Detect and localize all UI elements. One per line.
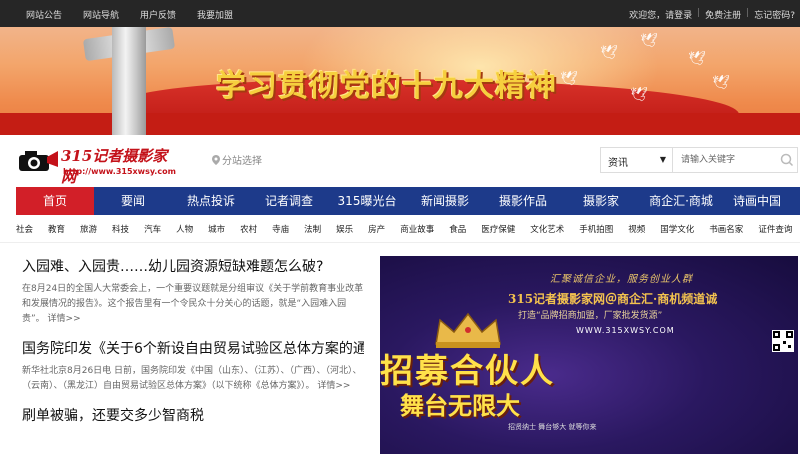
ad-url: WWW.315XWSY.COM <box>576 326 675 335</box>
top-links: 网站公告 网站导航 用户反馈 我要加盟 <box>26 8 254 21</box>
news-item: 入园难、入园贵……幼儿园资源短缺难题怎么破? 在8月24日的全国人大常委会上，一… <box>22 256 364 327</box>
category-link[interactable]: 书画名家 <box>709 223 743 235</box>
dove-icon: 🕊 <box>630 87 648 103</box>
ad-slogan: 汇聚诚信企业，服务创业人群 <box>550 274 693 285</box>
category-link[interactable]: 国学文化 <box>660 223 694 235</box>
nav-item-exposure[interactable]: 315曝光台 <box>328 187 406 215</box>
dove-icon: 🕊 <box>640 33 658 49</box>
news-title[interactable]: 刷单被骗，还要交多少智商税 <box>22 405 364 427</box>
logo-url: http://www.315xwsy.com <box>63 167 176 176</box>
city-selector[interactable]: 分站选择 <box>212 152 262 167</box>
nav-item-photo-works[interactable]: 摄影作品 <box>484 187 562 215</box>
nav-item-mall[interactable]: 商企汇·商城 <box>640 187 722 215</box>
site-header: 315记者摄影家网 http://www.315xwsy.com 分站选择 资讯… <box>0 135 800 187</box>
search-button[interactable] <box>777 148 797 172</box>
nav-item-photographers[interactable]: 摄影家 <box>562 187 640 215</box>
user-links: 欢迎您，请登录 | 免费注册 | 忘记密码? <box>629 8 795 21</box>
news-list: 入园难、入园贵……幼儿园资源短缺难题怎么破? 在8月24日的全国人大常委会上，一… <box>22 256 364 438</box>
category-link[interactable]: 视频 <box>628 223 645 235</box>
banner-title: 学习贯彻党的十九大精神 <box>216 69 557 104</box>
top-bar: 网站公告 网站导航 用户反馈 我要加盟 欢迎您，请登录 | 免费注册 | 忘记密… <box>0 0 800 27</box>
divider: | <box>697 8 701 18</box>
dove-icon: 🕊 <box>688 51 706 67</box>
category-link[interactable]: 法制 <box>304 223 321 235</box>
register-link[interactable]: 免费注册 <box>705 8 741 21</box>
news-more-link[interactable]: 详情>> <box>48 314 81 324</box>
category-link[interactable]: 娱乐 <box>336 223 353 235</box>
search-category-value: 资讯 <box>608 158 628 169</box>
news-summary-text: 新华社北京8月26日电 日前，国务院印发《中国（山东）、（江苏）、（广西）、（河… <box>22 366 362 391</box>
category-link[interactable]: 社会 <box>16 223 33 235</box>
caret-down-icon: ▼ <box>659 155 666 164</box>
news-item: 国务院印发《关于6个新设自由贸易试验区总体方案的通知》 新华社北京8月26日电 … <box>22 338 364 394</box>
category-link[interactable]: 旅游 <box>80 223 97 235</box>
nav-item-complaints[interactable]: 热点投诉 <box>172 187 250 215</box>
category-link[interactable]: 科技 <box>112 223 129 235</box>
category-link[interactable]: 寺庙 <box>272 223 289 235</box>
qr-code-icon <box>772 330 794 352</box>
news-summary: 新华社北京8月26日电 日前，国务院印发《中国（山东）、（江苏）、（广西）、（河… <box>22 364 364 394</box>
ad-tagline: 打造“品牌招商加盟，厂家批发货源” <box>518 311 663 321</box>
top-link-notice[interactable]: 网站公告 <box>26 8 62 21</box>
hero-banner[interactable]: 🕊 🕊 🕊 🕊 🕊 🕊 学习贯彻党的十九大精神 <box>0 27 800 135</box>
category-link[interactable]: 城市 <box>208 223 225 235</box>
forgot-password-link[interactable]: 忘记密码? <box>754 8 795 21</box>
nav-item-news-photo[interactable]: 新闻摄影 <box>406 187 484 215</box>
location-pin-icon <box>212 155 220 165</box>
search-category-select[interactable]: 资讯 ▼ <box>601 148 673 172</box>
news-title[interactable]: 入园难、入园贵……幼儿园资源短缺难题怎么破? <box>22 256 364 278</box>
top-link-join[interactable]: 我要加盟 <box>197 8 233 21</box>
nav-item-home[interactable]: 首页 <box>16 187 94 215</box>
city-label: 分站选择 <box>222 156 262 167</box>
category-bar: 社会 教育 旅游 科技 汽车 人物 城市 农村 寺庙 法制 娱乐 房产 商业故事… <box>0 215 800 243</box>
top-link-feedback[interactable]: 用户反馈 <box>140 8 176 21</box>
dove-icon: 🕊 <box>600 45 618 61</box>
news-more-link[interactable]: 详情>> <box>317 381 350 391</box>
main-nav: 首页 要闻 热点投诉 记者调查 315曝光台 新闻摄影 摄影作品 摄影家 商企汇… <box>16 187 800 215</box>
category-link[interactable]: 食品 <box>449 223 466 235</box>
category-link[interactable]: 房产 <box>368 223 385 235</box>
category-link[interactable]: 医疗保健 <box>481 223 515 235</box>
category-link[interactable]: 商业故事 <box>400 223 434 235</box>
news-title[interactable]: 国务院印发《关于6个新设自由贸易试验区总体方案的通知》 <box>22 338 364 360</box>
category-link[interactable]: 农村 <box>240 223 257 235</box>
dove-icon: 🕊 <box>560 71 578 87</box>
category-link[interactable]: 手机拍图 <box>579 223 613 235</box>
news-summary: 在8月24日的全国人大常委会上，一个重要议题就是分组审议《关于学前教育事业改革和… <box>22 282 364 327</box>
category-link[interactable]: 文化艺术 <box>530 223 564 235</box>
search-input[interactable] <box>673 148 777 172</box>
category-link[interactable]: 证件查询 <box>758 223 792 235</box>
camera-icon <box>19 151 58 171</box>
nav-item-news[interactable]: 要闻 <box>94 187 172 215</box>
divider: | <box>746 8 750 18</box>
ad-small-text: 招贤纳士 舞台够大 就等你来 <box>508 423 597 431</box>
news-item: 刷单被骗，还要交多少智商税 <box>22 405 364 427</box>
ad-brand: 315记者摄影家网＠商企汇·商机频道诚 <box>508 292 718 306</box>
search-icon <box>780 153 794 167</box>
category-link[interactable]: 教育 <box>48 223 65 235</box>
huabiao-pillar-graphic <box>112 27 146 135</box>
dove-icon: 🕊 <box>712 75 730 91</box>
logo-name: 315记者摄影家网 <box>61 147 168 186</box>
top-link-sitemap[interactable]: 网站导航 <box>83 8 119 21</box>
recruit-ad-banner[interactable]: 汇聚诚信企业，服务创业人群 315记者摄影家网＠商企汇·商机频道诚 打造“品牌招… <box>380 256 798 454</box>
nav-item-poetry-china[interactable]: 诗画中国 <box>722 187 792 215</box>
ad-subheadline: 舞台无限大 <box>400 391 520 420</box>
category-link[interactable]: 汽车 <box>144 223 161 235</box>
ad-headline: 招募合伙人 <box>380 351 555 390</box>
login-link[interactable]: 欢迎您，请登录 <box>629 8 692 21</box>
category-link[interactable]: 人物 <box>176 223 193 235</box>
site-logo[interactable]: 315记者摄影家网 http://www.315xwsy.com <box>17 143 177 186</box>
search-box: 资讯 ▼ <box>600 147 798 173</box>
nav-item-investigation[interactable]: 记者调查 <box>250 187 328 215</box>
